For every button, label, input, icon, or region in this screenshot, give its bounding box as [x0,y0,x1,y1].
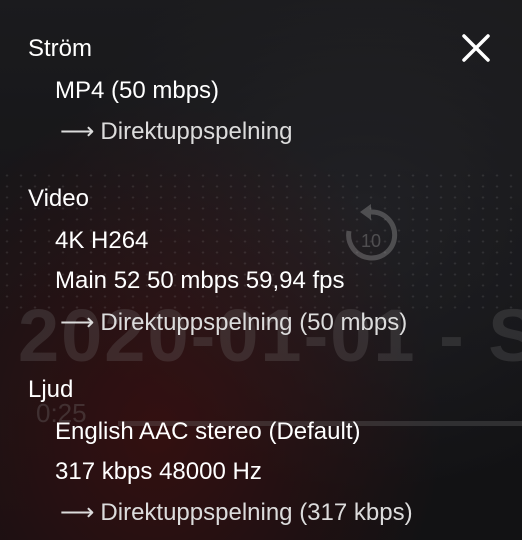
audio-track: English AAC stereo (Default) [55,418,361,445]
audio-playback: Direktuppspelning (317 kbps) [100,499,413,526]
right-arrow-icon: ⟶ [60,309,95,336]
close-button[interactable] [458,30,494,66]
close-icon [462,34,490,62]
audio-playback-row: ⟶ Direktuppspelning (317 kbps) [60,498,413,527]
video-heading: Video [28,185,89,212]
video-playback: Direktuppspelning (50 mbps) [100,309,408,336]
stream-playback: Direktuppspelning [100,118,293,145]
video-format: 4K H264 [55,227,149,254]
audio-heading: Ljud [28,376,74,403]
right-arrow-icon: ⟶ [60,499,95,526]
right-arrow-icon: ⟶ [60,118,95,145]
stream-playback-row: ⟶ Direktuppspelning [60,117,293,146]
playback-info-panel: Ström MP4 (50 mbps) ⟶ Direktuppspelning V… [0,0,522,540]
stream-heading: Ström [28,35,93,62]
video-playback-row: ⟶ Direktuppspelning (50 mbps) [60,308,407,337]
audio-details: 317 kbps 48000 Hz [55,458,262,485]
video-details: Main 52 50 mbps 59,94 fps [55,267,345,294]
stream-value: MP4 (50 mbps) [55,77,220,104]
